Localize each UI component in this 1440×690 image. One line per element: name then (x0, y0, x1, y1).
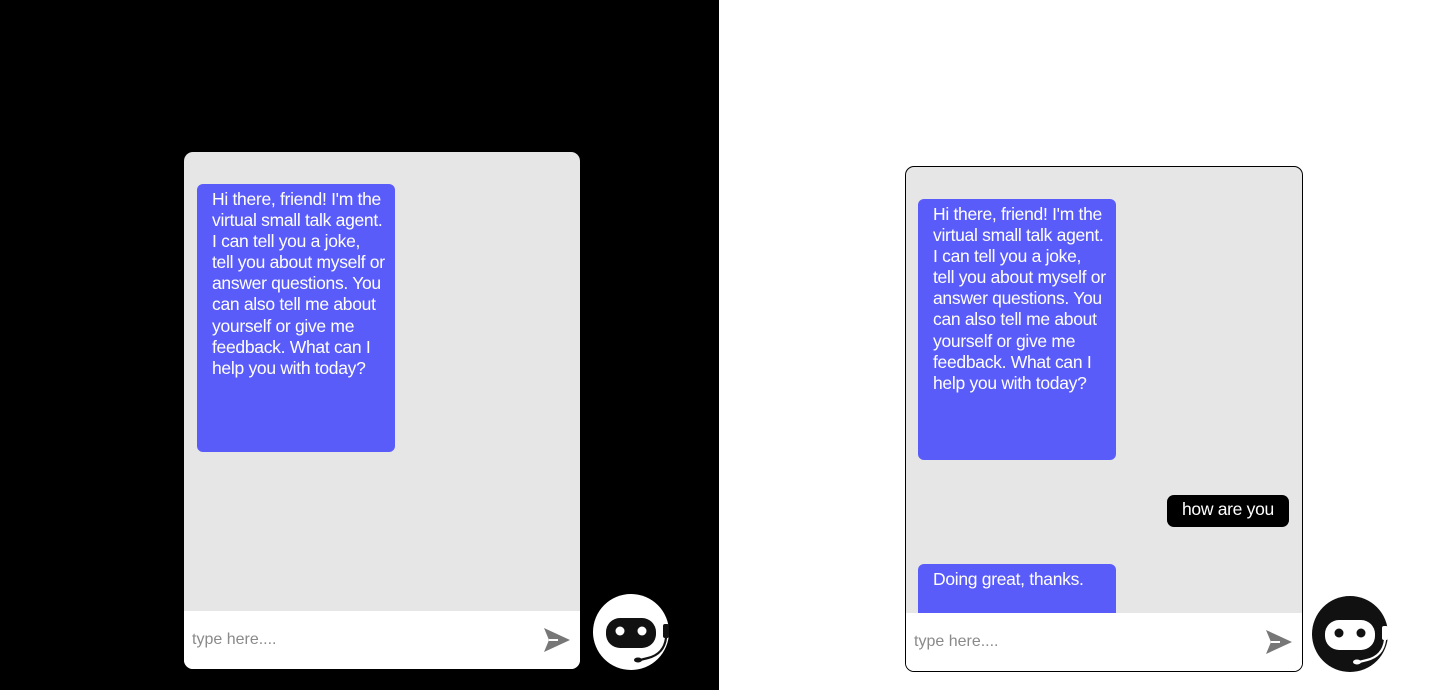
bot-message: Hi there, friend! I'm the virtual small … (918, 199, 1116, 460)
send-icon[interactable] (1264, 628, 1294, 656)
chat-input-bar (906, 613, 1302, 671)
robot-headset-icon[interactable] (592, 592, 674, 674)
robot-headset-icon[interactable] (1311, 594, 1393, 676)
right-panel: Hi there, friend! I'm the virtual small … (719, 0, 1440, 690)
bot-message: Doing great, thanks. (918, 564, 1116, 613)
message-input[interactable] (914, 631, 1244, 653)
chat-window: Hi there, friend! I'm the virtual small … (905, 166, 1303, 672)
chat-window: Hi there, friend! I'm the virtual small … (184, 152, 580, 669)
user-message: how are you (1166, 495, 1289, 527)
bot-message: Hi there, friend! I'm the virtual small … (197, 184, 395, 452)
message-input[interactable] (192, 629, 522, 651)
left-panel: Hi there, friend! I'm the virtual small … (0, 0, 719, 690)
chat-input-bar (184, 611, 580, 669)
message-list[interactable]: Hi there, friend! I'm the virtual small … (906, 167, 1302, 613)
send-icon[interactable] (542, 626, 572, 654)
message-list[interactable]: Hi there, friend! I'm the virtual small … (184, 152, 580, 611)
